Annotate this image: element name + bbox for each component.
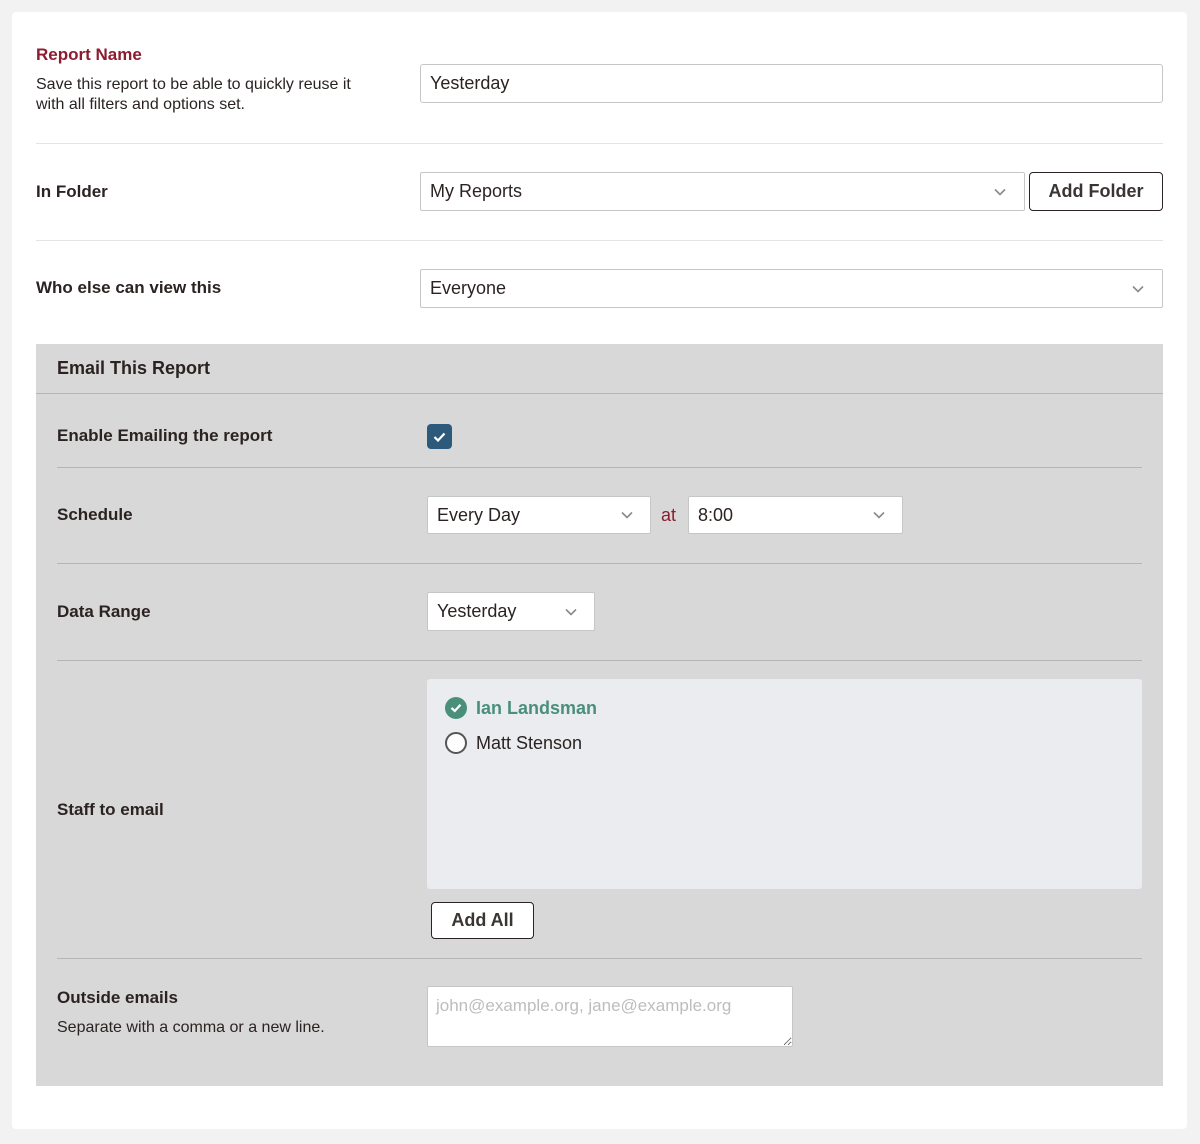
report-name-label: Report Name bbox=[36, 45, 142, 64]
chevron-down-icon bbox=[565, 608, 577, 616]
folder-select[interactable]: My Reports bbox=[420, 172, 1025, 211]
report-name-description: Save this report to be able to quickly r… bbox=[36, 76, 351, 113]
schedule-label: Schedule bbox=[57, 505, 133, 524]
check-circle-icon bbox=[445, 697, 467, 719]
outside-emails-description: Separate with a comma or a new line. bbox=[57, 1019, 325, 1036]
data-range-select[interactable]: Yesterday bbox=[427, 592, 595, 631]
visibility-label: Who else can view this bbox=[36, 278, 222, 297]
add-all-button[interactable]: Add All bbox=[431, 902, 534, 939]
schedule-frequency-value: Every Day bbox=[437, 504, 521, 525]
staff-list: Ian Landsman Matt Stenson bbox=[427, 679, 1142, 889]
divider bbox=[57, 660, 1142, 661]
chevron-down-icon bbox=[621, 511, 633, 519]
divider bbox=[57, 563, 1142, 564]
report-name-value: Yesterday bbox=[430, 73, 510, 93]
schedule-time-value: 8:00 bbox=[698, 504, 734, 525]
schedule-time-select[interactable]: 8:00 bbox=[688, 496, 903, 534]
outside-emails-textarea[interactable] bbox=[427, 986, 793, 1047]
enable-emailing-checkbox[interactable] bbox=[427, 424, 452, 449]
checkmark-icon bbox=[433, 432, 446, 442]
schedule-frequency-select[interactable]: Every Day bbox=[427, 496, 651, 534]
empty-circle-icon bbox=[445, 732, 467, 754]
divider bbox=[57, 467, 1142, 468]
chevron-down-icon bbox=[873, 511, 885, 519]
divider bbox=[36, 240, 1163, 241]
visibility-select[interactable]: Everyone bbox=[420, 269, 1163, 308]
in-folder-label: In Folder bbox=[36, 182, 108, 201]
add-folder-button[interactable]: Add Folder bbox=[1029, 172, 1163, 211]
enable-emailing-label: Enable Emailing the report bbox=[57, 426, 273, 445]
chevron-down-icon bbox=[1132, 285, 1144, 293]
visibility-select-value: Everyone bbox=[430, 278, 507, 298]
folder-select-value: My Reports bbox=[430, 181, 523, 201]
email-panel-header: Email This Report bbox=[36, 344, 1163, 394]
staff-name: Ian Landsman bbox=[476, 697, 598, 718]
email-panel-title: Email This Report bbox=[57, 358, 211, 378]
report-name-input[interactable]: Yesterday bbox=[420, 64, 1163, 103]
divider bbox=[57, 958, 1142, 959]
report-settings-card: Report Name Save this report to be able … bbox=[12, 12, 1187, 1129]
data-range-label: Data Range bbox=[57, 602, 151, 621]
staff-to-email-label: Staff to email bbox=[57, 800, 164, 819]
staff-item-matt-stenson[interactable]: Matt Stenson bbox=[445, 732, 582, 754]
email-report-panel: Email This Report Enable Emailing the re… bbox=[36, 344, 1163, 1086]
outside-emails-label: Outside emails bbox=[57, 988, 178, 1007]
staff-name: Matt Stenson bbox=[476, 732, 583, 753]
chevron-down-icon bbox=[994, 188, 1006, 196]
divider bbox=[36, 143, 1163, 144]
staff-item-ian-landsman[interactable]: Ian Landsman bbox=[445, 697, 597, 719]
schedule-at-label: at bbox=[661, 505, 677, 525]
data-range-value: Yesterday bbox=[437, 601, 517, 621]
